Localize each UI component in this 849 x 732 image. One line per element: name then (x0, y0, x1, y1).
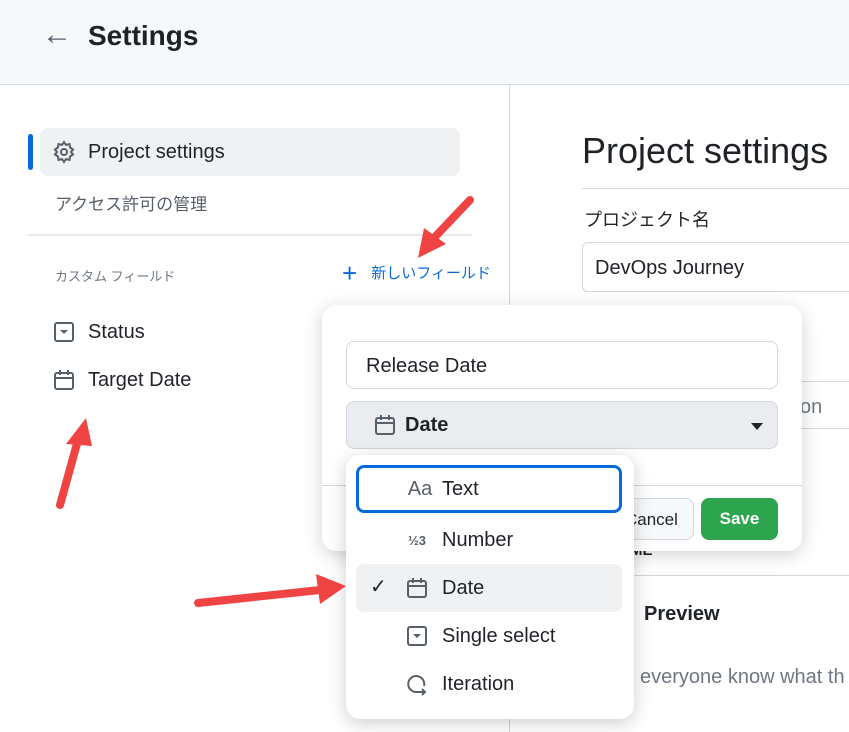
header: ← Settings (0, 0, 849, 85)
description-text: everyone know what th (640, 666, 845, 688)
custom-fields-heading: カスタム フィールド (55, 269, 176, 284)
divider (582, 188, 849, 189)
number-icon: ½3 (407, 532, 427, 548)
menu-item-label: Iteration (442, 672, 515, 695)
menu-item-iteration[interactable]: Iteration (356, 660, 622, 708)
project-name-input[interactable]: DevOps Journey (582, 242, 849, 292)
field-label: Target Date (88, 368, 192, 391)
field-name-input[interactable]: Release Date (346, 341, 778, 389)
field-status[interactable]: Status (52, 320, 145, 344)
menu-item-date[interactable]: ✓ Date (356, 564, 622, 612)
menu-item-text[interactable]: Aa Text (356, 465, 622, 513)
save-button[interactable]: Save (701, 498, 778, 540)
dropdown-value: Date (405, 413, 449, 436)
menu-item-label: Date (442, 576, 485, 599)
check-icon: ✓ (370, 576, 387, 598)
single-select-icon (404, 624, 430, 648)
sidebar-item-access[interactable]: アクセス許可の管理 (55, 190, 207, 215)
caret-down-icon (751, 423, 763, 430)
plus-icon: + (342, 257, 358, 288)
menu-item-number[interactable]: ½3 Number (356, 516, 622, 564)
active-indicator (28, 134, 33, 170)
page-title: Settings (88, 20, 199, 51)
iteration-icon (404, 672, 430, 696)
divider (28, 234, 472, 236)
main-title: Project settings (582, 130, 829, 171)
single-select-icon (54, 322, 74, 342)
arrow-to-date-option (194, 586, 324, 607)
gear-icon (53, 140, 75, 164)
field-label: Status (88, 320, 145, 343)
calendar-icon (54, 370, 74, 390)
sidebar-item-project-settings[interactable]: Project settings (40, 128, 460, 176)
field-type-dropdown[interactable]: Date (346, 401, 778, 449)
menu-item-single-select[interactable]: Single select (356, 612, 622, 660)
calendar-icon (404, 576, 430, 600)
menu-item-label: Number (442, 528, 514, 551)
field-target-date[interactable]: Target Date (52, 368, 191, 392)
new-field-button[interactable]: + 新しいフィールド (342, 257, 491, 288)
text-fragment: on (800, 396, 823, 418)
project-name-label: プロジェクト名 (584, 210, 710, 230)
arrow-left-icon[interactable]: ← (42, 18, 72, 52)
arrow-to-target-date (56, 436, 82, 509)
calendar-icon (375, 415, 395, 435)
text-icon: Aa (407, 477, 433, 500)
preview-heading: Preview (644, 603, 720, 625)
sidebar-item-label: Project settings (88, 140, 225, 163)
new-field-label: 新しいフィールド (371, 265, 491, 282)
menu-item-label: Single select (442, 624, 556, 647)
menu-item-label: Text (442, 477, 479, 500)
field-type-menu: Aa Text ½3 Number ✓ Date Single select Iter… (346, 455, 634, 719)
